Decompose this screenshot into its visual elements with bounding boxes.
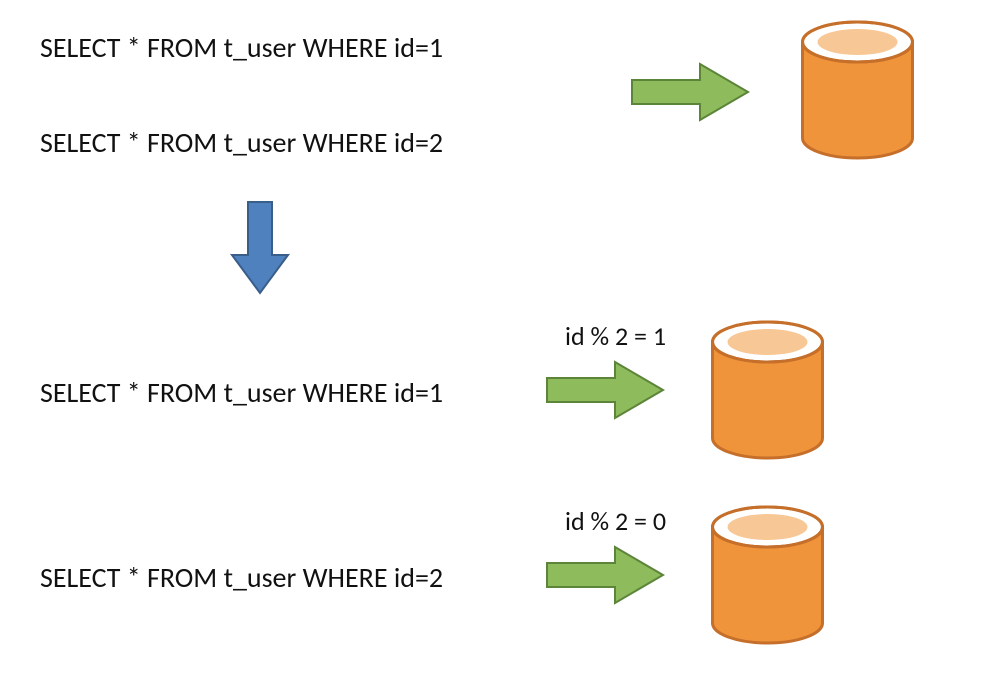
arrow-right-top <box>630 62 750 122</box>
database-bottom <box>710 505 825 645</box>
sql-query-1: SELECT * FROM t_user WHERE id=1 <box>40 30 443 65</box>
arrow-right-bottom <box>545 545 665 605</box>
arrow-down <box>230 200 290 295</box>
sql-query-3: SELECT * FROM t_user WHERE id=1 <box>40 375 443 410</box>
annotation-mod-0: id % 2 = 0 <box>565 505 666 537</box>
sql-query-2: SELECT * FROM t_user WHERE id=2 <box>40 125 443 160</box>
sql-query-4: SELECT * FROM t_user WHERE id=2 <box>40 560 443 595</box>
database-top <box>800 20 915 160</box>
arrow-right-mid <box>545 360 665 420</box>
annotation-mod-1: id % 2 = 1 <box>565 320 666 352</box>
database-mid <box>710 320 825 460</box>
